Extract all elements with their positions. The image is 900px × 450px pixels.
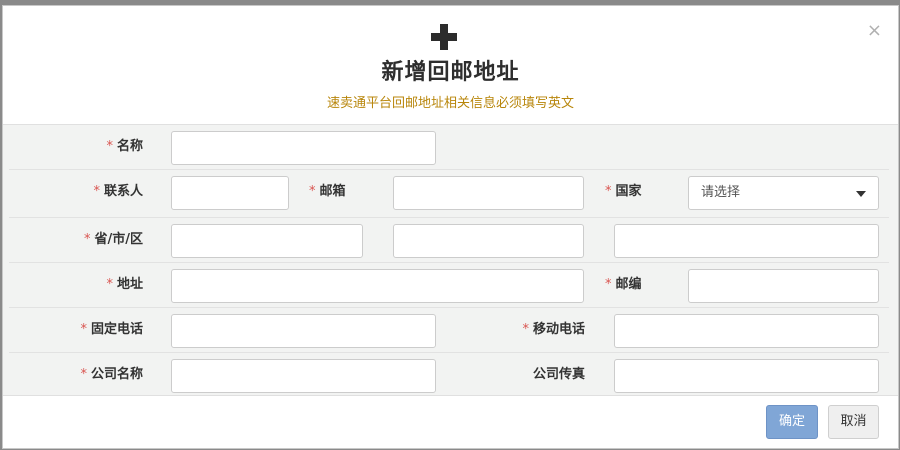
city-input[interactable] — [393, 224, 584, 258]
required-mark: * — [309, 184, 316, 199]
caret-down-icon — [856, 191, 866, 197]
cancel-button[interactable]: 取消 — [828, 405, 879, 439]
company-label: * 公司名称 — [80, 367, 143, 382]
company-fax-input[interactable] — [614, 359, 879, 393]
required-mark: * — [605, 277, 612, 292]
confirm-button[interactable]: 确定 — [766, 405, 818, 439]
required-mark: * — [80, 367, 87, 382]
postcode-label: * 邮编 — [605, 277, 642, 292]
required-mark: * — [93, 184, 100, 199]
add-return-address-dialog: 新增回邮地址 速卖通平台回邮地址相关信息必须填写英文 × * 名称 * 联系人 * 邮… — [2, 5, 899, 449]
required-mark: * — [84, 232, 91, 247]
country-select-value: 请选择 — [701, 185, 741, 200]
required-mark: * — [80, 322, 87, 337]
dialog-footer: 确定 取消 — [3, 395, 898, 448]
required-mark: * — [106, 139, 113, 154]
company-input[interactable] — [171, 359, 436, 393]
dialog-title: 新增回邮地址 — [381, 60, 520, 85]
province-input[interactable] — [171, 224, 363, 258]
form-row-contact: * 联系人 * 邮箱 * 国家 请选择 — [9, 170, 889, 218]
country-label: * 国家 — [605, 184, 642, 199]
name-input[interactable] — [171, 131, 436, 165]
form-row-province: * 省/市/区 — [9, 218, 889, 263]
contact-input[interactable] — [171, 176, 289, 210]
mobile-input[interactable] — [614, 314, 879, 348]
required-mark: * — [522, 322, 529, 337]
address-label: * 地址 — [106, 277, 143, 292]
district-input[interactable] — [614, 224, 879, 258]
close-icon[interactable]: × — [867, 20, 882, 41]
form-row-phone: * 固定电话 * 移动电话 — [9, 308, 889, 353]
plus-icon — [431, 24, 457, 50]
country-select[interactable]: 请选择 — [688, 176, 879, 210]
contact-label: * 联系人 — [93, 184, 143, 199]
postcode-input[interactable] — [688, 269, 879, 303]
dialog-subtitle: 速卖通平台回邮地址相关信息必须填写英文 — [326, 96, 574, 111]
phone-label: * 固定电话 — [80, 322, 143, 337]
dialog-header: 新增回邮地址 速卖通平台回邮地址相关信息必须填写英文 × — [3, 6, 898, 125]
name-label: * 名称 — [106, 139, 143, 154]
form-row-company: * 公司名称 公司传真 — [9, 353, 889, 398]
phone-input[interactable] — [171, 314, 436, 348]
email-label: * 邮箱 — [309, 184, 346, 199]
company-fax-label: 公司传真 — [532, 367, 585, 382]
form-row-name: * 名称 — [9, 125, 889, 170]
address-input[interactable] — [171, 269, 584, 303]
form-row-address: * 地址 * 邮编 — [9, 263, 889, 308]
required-mark: * — [106, 277, 113, 292]
required-mark: * — [605, 184, 612, 199]
mobile-label: * 移动电话 — [522, 322, 585, 337]
province-label: * 省/市/区 — [84, 232, 143, 247]
email-input[interactable] — [393, 176, 584, 210]
address-form: * 名称 * 联系人 * 邮箱 * 国家 请选择 * 省/市/区 * 地址 * … — [3, 125, 898, 397]
